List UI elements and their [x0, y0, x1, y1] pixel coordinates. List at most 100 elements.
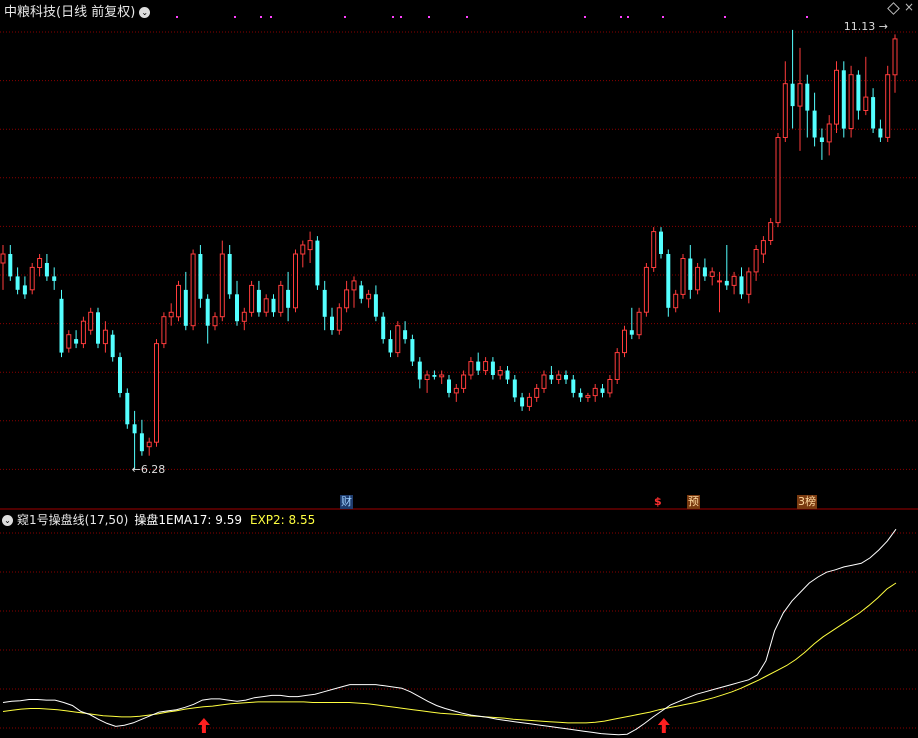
- top-marker: [627, 16, 629, 18]
- line2-value: 8.55: [288, 513, 316, 527]
- candle-body-up: [636, 311, 642, 336]
- indicator-name: 窥1号操盘线(17,50): [17, 513, 129, 527]
- candle-body-up: [29, 266, 35, 291]
- top-marker: [270, 16, 272, 18]
- candle-body-down: [286, 289, 291, 308]
- candle-body-down: [702, 267, 707, 277]
- candle-body-down: [315, 240, 320, 286]
- candle-body-down: [841, 70, 846, 129]
- top-marker: [806, 16, 808, 18]
- candle-body-up: [146, 441, 152, 448]
- candle-body-down: [373, 294, 378, 317]
- top-marker: [344, 16, 346, 18]
- candle-body-down: [132, 424, 137, 434]
- candle-body-up: [614, 352, 620, 381]
- candle-body-down: [417, 361, 422, 380]
- line2-label: EXP2:: [250, 513, 285, 527]
- candle-body-up: [307, 240, 313, 251]
- close-icon[interactable]: ×: [904, 0, 914, 14]
- candle-body-up: [556, 374, 562, 380]
- candle-body-down: [659, 231, 663, 254]
- candle-body-up: [622, 329, 627, 354]
- top-marker: [620, 16, 622, 18]
- candle-body-up: [760, 240, 766, 255]
- chart-canvas[interactable]: [0, 0, 918, 738]
- top-marker: [234, 16, 236, 18]
- line1-value: 9.59: [215, 513, 242, 527]
- candle-body-down: [59, 298, 64, 353]
- candle-body-down: [578, 392, 583, 398]
- candle-body-down: [139, 433, 144, 452]
- candle-body-up: [168, 311, 174, 318]
- indicator-line1: 操盘1EMA17: 9.59: [134, 513, 242, 527]
- candle-body-down: [118, 357, 122, 393]
- candle-body-up: [534, 387, 540, 398]
- event-badge-dollar[interactable]: $: [653, 495, 663, 509]
- candle-body-up: [717, 280, 722, 283]
- candle-body-up: [753, 249, 759, 273]
- event-badge-bang[interactable]: 3榜: [797, 495, 817, 509]
- candle-body-up: [37, 258, 43, 268]
- candle-body-up: [673, 293, 679, 309]
- candle-body-up: [161, 316, 167, 345]
- candle-body-down: [490, 361, 495, 375]
- candle-body-down: [330, 316, 334, 331]
- low-price-label: ←6.28: [132, 463, 166, 476]
- candle-body-down: [359, 285, 364, 299]
- event-badge-cai[interactable]: 财: [340, 495, 353, 509]
- up-arrow-icon: [197, 718, 210, 733]
- candle-body-down: [322, 289, 327, 317]
- candle-body-down: [125, 392, 130, 425]
- top-marker: [176, 16, 178, 18]
- candle-body-down: [381, 316, 386, 340]
- candle-body-up: [241, 311, 247, 322]
- candle-body-up: [863, 96, 869, 111]
- candle-body-up: [892, 38, 898, 76]
- candle-body-up: [651, 231, 657, 269]
- dropdown-icon[interactable]: ⌄: [139, 7, 151, 18]
- chart-title-bar: 中粮科技(日线 前复权) ⌄: [4, 1, 151, 20]
- candle-body-down: [805, 83, 810, 111]
- candle-body-down: [44, 263, 49, 277]
- candle-body-up: [154, 343, 159, 443]
- indicator-dropdown-icon[interactable]: ⌄: [2, 515, 13, 526]
- candle-body-up: [526, 396, 532, 407]
- candle-body-up: [88, 311, 94, 331]
- candle-body-up: [768, 222, 774, 242]
- candle-body-down: [198, 254, 203, 299]
- candle-body-down: [512, 379, 517, 398]
- candle-body-up: [483, 361, 489, 372]
- candle-body-up: [190, 253, 196, 327]
- indicator-line2: EXP2: 8.55: [250, 513, 315, 527]
- candle-body-up: [176, 284, 181, 318]
- candle-body-down: [388, 339, 393, 353]
- candle-body-down: [520, 397, 525, 407]
- candle-body-up: [834, 69, 839, 125]
- candle-body-down: [432, 375, 437, 377]
- candle-body-up: [848, 74, 854, 129]
- candle-body-down: [549, 375, 554, 380]
- candle-body-down: [878, 128, 883, 138]
- candle-body-down: [15, 276, 20, 290]
- candle-body-down: [403, 330, 408, 340]
- candle-body-up: [351, 280, 357, 291]
- candle-body-down: [571, 379, 576, 393]
- stock-title: 中粮科技(日线 前复权): [4, 5, 136, 20]
- candle-body-up: [541, 374, 547, 389]
- candle-body-up: [249, 284, 255, 313]
- top-marker: [662, 16, 664, 18]
- candle-body-up: [424, 374, 430, 380]
- candle-body-up: [293, 253, 298, 309]
- candle-body-down: [96, 312, 100, 344]
- candle-body-down: [183, 289, 188, 326]
- event-badge-yu[interactable]: 预: [687, 495, 700, 509]
- candle-body-down: [724, 280, 729, 286]
- candle-body-down: [22, 285, 27, 295]
- top-marker: [724, 16, 726, 18]
- candle-body-up: [782, 83, 788, 138]
- candle-body-up: [826, 123, 832, 143]
- candle-body-up: [453, 387, 459, 394]
- candle-body-down: [447, 379, 451, 393]
- candle-body-up: [102, 329, 108, 345]
- exp2-line: [2, 582, 897, 724]
